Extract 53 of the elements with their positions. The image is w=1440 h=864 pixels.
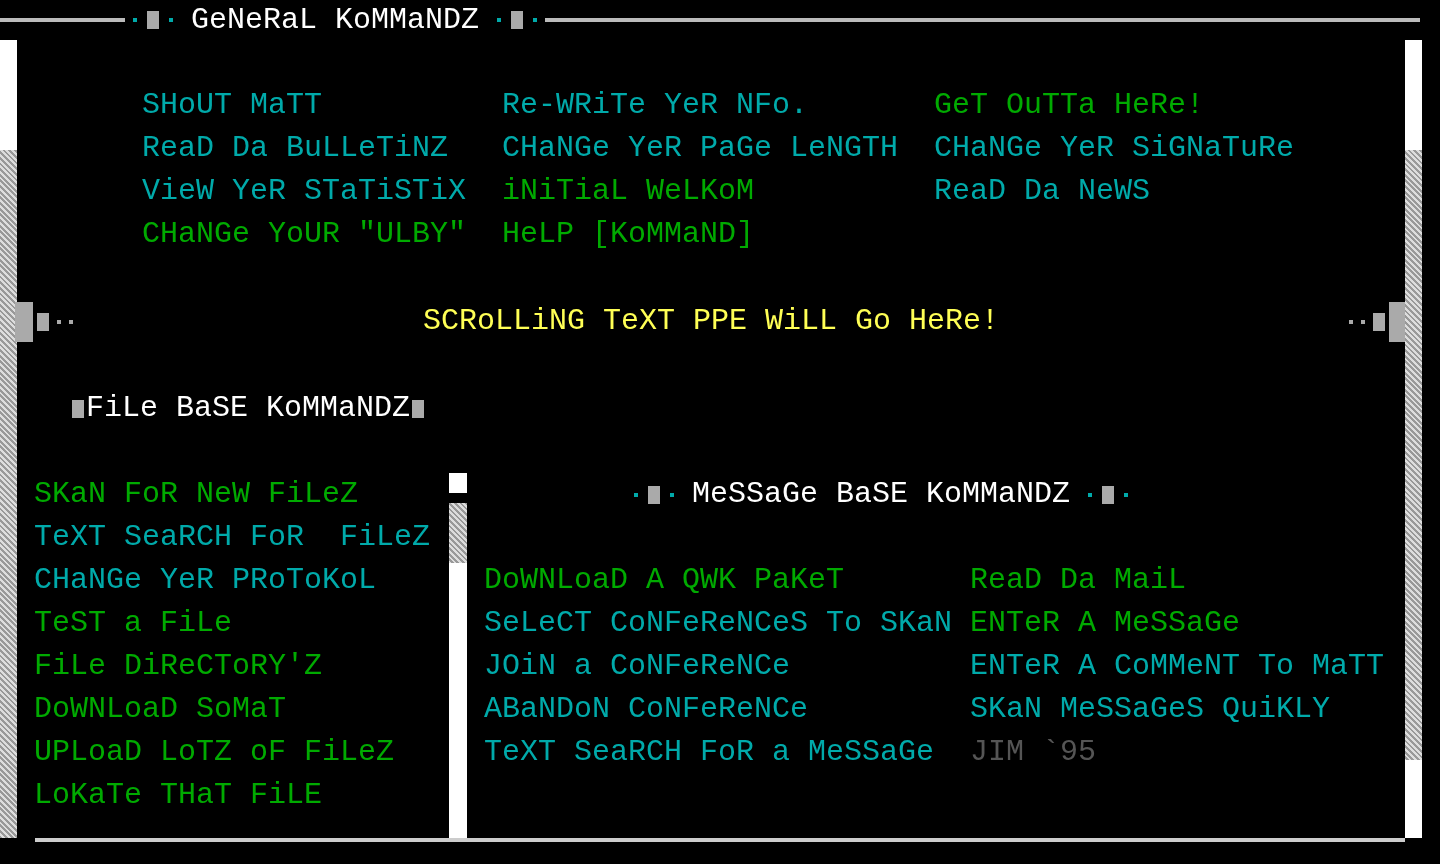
- menu-command[interactable]: ReaD Da NeWS: [934, 174, 1151, 208]
- ornament-icon: [511, 11, 524, 29]
- ornament-icon: [37, 312, 49, 331]
- menu-command[interactable]: SKaN FoR NeW FiLeZ: [34, 477, 359, 511]
- menu-command[interactable]: ENTeR A CoMMeNT To MaTT: [970, 649, 1385, 683]
- ornament-icon: [1373, 312, 1385, 331]
- ornament-icon: [533, 18, 538, 22]
- menu-command[interactable]: LoKaTe THaT FiLE: [34, 778, 323, 812]
- menu-command[interactable]: GeT OuTTa HeRe!: [934, 88, 1205, 122]
- ornament-icon: [133, 18, 137, 22]
- menu-command[interactable]: CHaNGe YeR SiGNaTuRe: [934, 131, 1295, 165]
- menu-command[interactable]: ABaNDoN CoNFeReNCe: [484, 692, 809, 726]
- ornament-icon: [1349, 319, 1353, 324]
- section-title: FiLe BaSE KoMMaNDZ: [86, 390, 411, 427]
- menu-command[interactable]: SeLeCT CoNFeReNCeS To SKaN: [484, 606, 953, 640]
- ornament-icon: [147, 11, 159, 29]
- menu-command[interactable]: DoWNLoaD A QWK PaKeT: [484, 563, 845, 597]
- menu-command[interactable]: CHaNGe YoUR "ULBY": [142, 217, 467, 251]
- ornament-icon: [57, 319, 61, 324]
- ornament-icon: [670, 492, 674, 497]
- menu-command[interactable]: FiLe DiReCToRY'Z: [34, 649, 323, 683]
- menu-command[interactable]: ReaD Da BuLLeTiNZ: [142, 131, 449, 165]
- ornament-icon: [412, 399, 425, 418]
- section-title: MeSSaGe BaSE KoMMaNDZ: [692, 476, 1071, 513]
- ornament-icon: [634, 492, 638, 497]
- menu-command[interactable]: ENTeR A MeSSaGe: [970, 606, 1241, 640]
- menu-command[interactable]: Re-WRiTe YeR NFo.: [502, 88, 809, 122]
- menu-command[interactable]: TeXT SeaRCH FoR FiLeZ: [34, 520, 431, 554]
- ornament-icon: [1124, 492, 1129, 497]
- ornament-icon: [648, 485, 660, 504]
- menu-command[interactable]: CHaNGe YeR PRoToKoL: [34, 563, 377, 597]
- ornament-icon: [497, 18, 502, 22]
- ornament-icon: [69, 319, 73, 324]
- ornament-icon: [1088, 492, 1093, 497]
- menu-command[interactable]: ReaD Da MaiL: [970, 563, 1187, 597]
- menu-command[interactable]: DoWNLoaD SoMaT: [34, 692, 287, 726]
- scrolling-text: SCRoLLiNG TeXT PPE WiLL Go HeRe!: [421, 303, 1001, 340]
- ornament-icon: [1361, 319, 1365, 324]
- ornament-icon: [72, 399, 84, 418]
- menu-command[interactable]: VieW YeR STaTiSTiX: [142, 174, 467, 208]
- menu-command[interactable]: HeLP [KoMMaND]: [502, 217, 755, 251]
- menu-command[interactable]: CHaNGe YeR PaGe LeNGTH: [502, 131, 899, 165]
- menu-command[interactable]: TeST a FiLe: [34, 606, 233, 640]
- section-title: GeNeRaL KoMMaNDZ: [191, 1, 480, 39]
- menu-command[interactable]: iNiTiaL WeLKoM: [502, 174, 755, 208]
- menu-command[interactable]: JOiN a CoNFeReNCe: [484, 649, 791, 683]
- menu-command[interactable]: TeXT SeaRCH FoR a MeSSaGe: [484, 735, 935, 769]
- ornament-icon: [1102, 485, 1115, 504]
- menu-command[interactable]: SKaN MeSSaGeS QuiKLY: [970, 692, 1331, 726]
- menu-command[interactable]: SHoUT MaTT: [142, 88, 323, 122]
- ornament-icon: [169, 18, 173, 22]
- menu-command[interactable]: UPLoaD LoTZ oF FiLeZ: [34, 735, 395, 769]
- ornament-icon: [15, 301, 33, 342]
